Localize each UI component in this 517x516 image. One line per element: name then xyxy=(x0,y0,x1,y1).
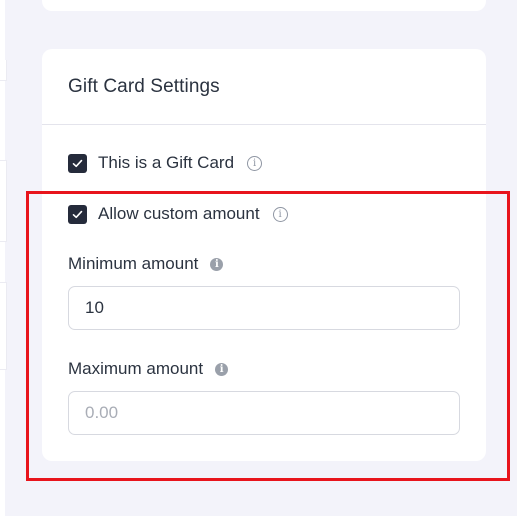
checkmark-icon xyxy=(72,210,83,218)
info-circle-filled-icon[interactable]: i xyxy=(210,257,224,271)
left-panel-fragment xyxy=(0,282,7,370)
gift-card-checkbox-row[interactable]: This is a Gift Card i xyxy=(68,153,263,173)
card-title: Gift Card Settings xyxy=(68,75,220,97)
custom-amount-checkbox-label[interactable]: Allow custom amount xyxy=(98,204,260,224)
maximum-amount-label: Maximum amount xyxy=(68,359,204,378)
maximum-amount-input[interactable] xyxy=(68,391,460,435)
checkmark-icon xyxy=(72,159,83,167)
minimum-amount-label-row: Minimum amount i xyxy=(68,254,224,274)
minimum-amount-label: Minimum amount xyxy=(68,254,199,273)
maximum-amount-label-row: Maximum amount i xyxy=(68,359,229,379)
left-panel-fragment xyxy=(0,60,7,81)
gift-card-checkbox[interactable] xyxy=(68,153,87,173)
gift-card-settings-card: Gift Card Settings This is a Gift Card i… xyxy=(42,49,486,461)
gift-card-checkbox-label[interactable]: This is a Gift Card xyxy=(98,153,234,173)
minimum-amount-input[interactable] xyxy=(68,286,460,330)
custom-amount-checkbox[interactable] xyxy=(68,204,87,224)
card-header: Gift Card Settings xyxy=(42,49,486,125)
custom-amount-checkbox-row[interactable]: Allow custom amount i xyxy=(68,204,288,224)
previous-settings-card xyxy=(42,0,486,11)
info-circle-filled-icon[interactable]: i xyxy=(215,362,229,376)
info-circle-outline-icon[interactable]: i xyxy=(247,155,263,171)
left-panel-fragment xyxy=(0,160,7,242)
info-circle-outline-icon[interactable]: i xyxy=(272,206,288,222)
